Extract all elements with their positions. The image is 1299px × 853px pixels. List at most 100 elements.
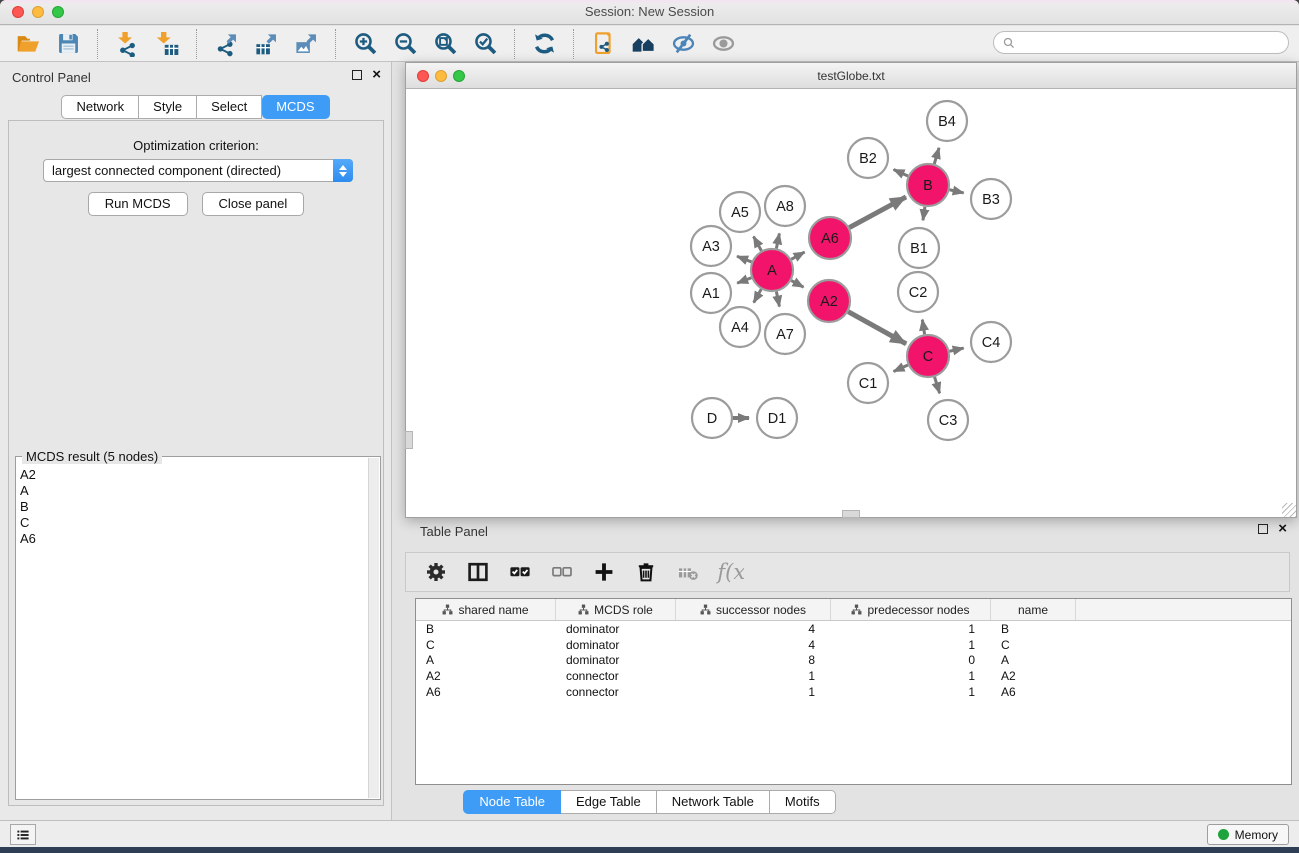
edge-B-B4[interactable]: [934, 148, 939, 164]
edge-A-A1[interactable]: [737, 278, 751, 283]
edge-B-B1[interactable]: [923, 207, 925, 221]
edge-C-C2[interactable]: [922, 320, 924, 335]
result-item[interactable]: B: [20, 499, 368, 515]
zoom-fit-button[interactable]: [425, 29, 465, 59]
export-network-button[interactable]: [206, 29, 246, 59]
tab-mcds[interactable]: MCDS: [262, 95, 329, 119]
table-row[interactable]: Bdominator41B: [416, 621, 1291, 637]
edge-C-C1[interactable]: [894, 365, 908, 371]
result-item[interactable]: A6: [20, 531, 368, 547]
close-panel-button[interactable]: Close panel: [202, 192, 305, 216]
edge-A2-C[interactable]: [848, 312, 906, 344]
edge-A-A6[interactable]: [791, 252, 804, 259]
result-scrollbar[interactable]: [368, 458, 379, 798]
network-window: testGlobe.txt B4B2BB3A8A5A6B1A3AA1C2A2A4…: [405, 62, 1297, 518]
control-panel: Control Panel × NetworkStyleSelectMCDS O…: [0, 62, 392, 820]
edge-B-B3[interactable]: [949, 190, 963, 193]
tab-network-table[interactable]: Network Table: [657, 790, 770, 814]
table-body: Bdominator41BCdominator41CAdominator80AA…: [416, 621, 1291, 700]
node-label-D1: D1: [768, 411, 787, 427]
search-input[interactable]: [1016, 34, 1288, 52]
column-header-MCDS-role[interactable]: MCDS role: [556, 599, 676, 620]
edge-A-A3[interactable]: [737, 256, 751, 262]
export-table-button[interactable]: [246, 29, 286, 59]
network-canvas[interactable]: B4B2BB3A8A5A6B1A3AA1C2A2A4A7C4CC1DD1C3: [406, 89, 1296, 517]
edge-A-A4[interactable]: [754, 289, 762, 302]
deselect-all-columns-button[interactable]: [548, 558, 576, 586]
table-close-icon[interactable]: ×: [1278, 524, 1287, 534]
result-item[interactable]: C: [20, 515, 368, 531]
tab-select[interactable]: Select: [197, 95, 262, 119]
column-header-successor-nodes[interactable]: successor nodes: [676, 599, 831, 620]
import-table-icon: [154, 30, 181, 57]
hide-details-button[interactable]: [663, 29, 703, 59]
import-table-button[interactable]: [147, 29, 187, 59]
zoom-selected-button[interactable]: [465, 29, 505, 59]
result-item[interactable]: A: [20, 483, 368, 499]
table-cell: 1: [831, 685, 991, 699]
add-column-button[interactable]: [590, 558, 618, 586]
home-view-button[interactable]: [623, 29, 663, 59]
table-header: shared nameMCDS rolesuccessor nodesprede…: [416, 599, 1291, 621]
toolbar-separator: [573, 29, 574, 59]
table-row[interactable]: Adominator80A: [416, 653, 1291, 669]
search-box[interactable]: [993, 31, 1289, 54]
close-panel-icon[interactable]: ×: [372, 70, 381, 80]
delete-table-icon: [676, 560, 700, 584]
column-header-predecessor-nodes[interactable]: predecessor nodes: [831, 599, 991, 620]
tab-style[interactable]: Style: [139, 95, 197, 119]
edge-A-A2[interactable]: [791, 281, 803, 288]
toolbar-separator: [335, 29, 336, 59]
resize-grip-icon[interactable]: [1282, 503, 1296, 517]
panel-splitter-left[interactable]: [405, 431, 413, 449]
node-label-C: C: [923, 349, 933, 365]
save-session-button[interactable]: [48, 29, 88, 59]
edge-C-C3[interactable]: [935, 377, 940, 393]
table-row[interactable]: Cdominator41C: [416, 637, 1291, 653]
edge-A-A5[interactable]: [754, 237, 762, 251]
network-window-titlebar[interactable]: testGlobe.txt: [406, 63, 1296, 89]
edge-A-A7[interactable]: [776, 292, 779, 307]
export-image-button[interactable]: [286, 29, 326, 59]
panel-splitter-bottom[interactable]: [842, 510, 860, 518]
float-panel-icon[interactable]: [352, 70, 362, 80]
table-row[interactable]: A6connector11A6: [416, 684, 1291, 700]
run-mcds-button[interactable]: Run MCDS: [88, 192, 188, 216]
table-toolbar: f(x): [405, 552, 1290, 592]
table-float-icon[interactable]: [1258, 524, 1268, 534]
refresh-view-button[interactable]: [524, 29, 564, 59]
column-header-name[interactable]: name: [991, 599, 1076, 620]
network-graph[interactable]: B4B2BB3A8A5A6B1A3AA1C2A2A4A7C4CC1DD1C3: [406, 89, 1296, 517]
select-all-columns-button[interactable]: [506, 558, 534, 586]
show-view-button[interactable]: [703, 29, 743, 59]
tab-edge-table[interactable]: Edge Table: [561, 790, 657, 814]
tab-node-table[interactable]: Node Table: [463, 790, 561, 814]
show-columns-button[interactable]: [464, 558, 492, 586]
delete-column-button[interactable]: [632, 558, 660, 586]
tab-network[interactable]: Network: [61, 95, 139, 119]
tab-motifs[interactable]: Motifs: [770, 790, 836, 814]
zoom-out-button[interactable]: [385, 29, 425, 59]
import-network-button[interactable]: [107, 29, 147, 59]
table-row[interactable]: A2connector11A2: [416, 668, 1291, 684]
table-cell: A2: [991, 669, 1076, 683]
optimization-criterion-label: Optimization criterion:: [9, 138, 383, 153]
table-settings-button[interactable]: [422, 558, 450, 586]
edge-B-B2[interactable]: [894, 169, 908, 175]
edge-C-C4[interactable]: [949, 348, 963, 351]
node-label-A: A: [767, 263, 777, 279]
criterion-dropdown[interactable]: largest connected component (directed): [43, 159, 353, 182]
mcds-result-list[interactable]: A2ABCA6: [20, 461, 368, 797]
edge-A-A8[interactable]: [776, 233, 779, 248]
show-columns-icon: [466, 560, 490, 584]
show-view-icon: [710, 30, 737, 57]
column-header-shared-name[interactable]: shared name: [416, 599, 556, 620]
memory-button[interactable]: Memory: [1207, 824, 1289, 845]
open-session-button[interactable]: [8, 29, 48, 59]
result-item[interactable]: A2: [20, 467, 368, 483]
clone-network-button[interactable]: [583, 29, 623, 59]
edge-A6-B[interactable]: [849, 197, 906, 228]
export-image-icon: [293, 30, 320, 57]
task-history-button[interactable]: [10, 824, 36, 845]
zoom-in-button[interactable]: [345, 29, 385, 59]
